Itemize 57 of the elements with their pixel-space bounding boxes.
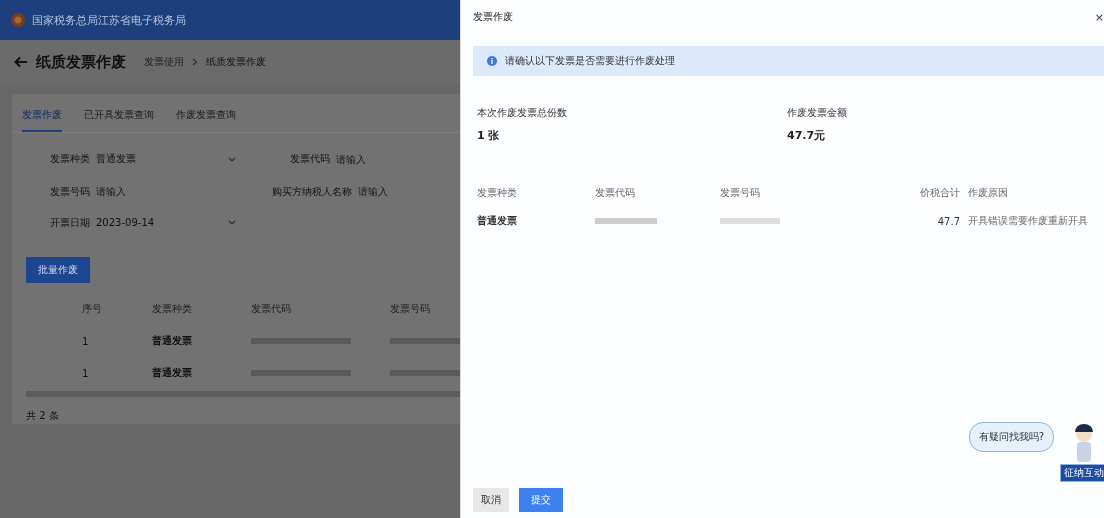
site-title: 国家税务总局江苏省电子税务局 [32, 12, 186, 28]
column-header: 发票种类 [151, 302, 193, 316]
redacted-bar [595, 218, 657, 224]
select-field[interactable]: 普通发票 [96, 149, 236, 169]
field-label: 发票号码 [49, 184, 90, 199]
column-header: 序号 [81, 302, 103, 316]
pagination-total: 共 2 条 [26, 409, 60, 423]
stat-label: 作废发票金额 [787, 106, 848, 120]
input-field[interactable]: 请输入 [336, 150, 416, 168]
stat-label: 本次作废发票总份数 [477, 106, 568, 120]
table-cell-text: 1 [81, 367, 90, 379]
back-arrow-icon[interactable] [14, 56, 28, 68]
cancel-button[interactable]: 取消 [473, 488, 509, 512]
emblem-icon [10, 12, 26, 28]
redacted-bar [390, 370, 460, 376]
breadcrumb-item: 纸质发票作废 [206, 55, 266, 69]
redacted-bar [390, 338, 460, 344]
field-label: 发票种类 [49, 152, 90, 166]
field-label: 开票日期 [49, 215, 90, 230]
input-field[interactable]: 请输入 [96, 183, 176, 200]
tab[interactable]: 作废发票查询 [176, 102, 236, 132]
redacted-bar [720, 218, 780, 224]
batch-button[interactable]: 批量作废 [26, 257, 90, 283]
input-field[interactable]: 请输入 [358, 183, 438, 200]
table-cell-text: 1 [81, 335, 90, 347]
page-title: 纸质发票作废 [36, 52, 126, 72]
notice-text: 请确认以下发票是否需要进行作废处理 [505, 54, 675, 68]
scrollbar[interactable] [26, 391, 460, 397]
breadcrumb-item[interactable]: 发票使用 [144, 55, 184, 69]
column-header: 发票代码 [595, 186, 636, 200]
column-header: 发票号码 [390, 302, 432, 316]
chevron-down-icon [228, 156, 236, 162]
stat-value: 1 张 [477, 128, 501, 143]
close-button[interactable]: × [1090, 10, 1104, 24]
table-cell-text: 普通发票 [151, 366, 193, 380]
drawer-title: 发票作废 [473, 10, 513, 24]
assistant-badge[interactable]: 征纳互动 [1060, 464, 1104, 482]
field-label: 发票代码 [289, 152, 330, 166]
submit-button[interactable]: 提交 [519, 488, 563, 512]
tab[interactable]: 已开具发票查询 [84, 102, 154, 132]
column-header: 作废原因 [968, 186, 1009, 200]
column-header: 发票种类 [476, 186, 518, 200]
chevron-down-icon [228, 220, 236, 225]
table-cell-text: 普通发票 [476, 214, 518, 228]
select-field[interactable]: 2023-09-14 [96, 214, 236, 231]
table-cell-text: 普通发票 [151, 334, 193, 348]
table-cell-text: 开具错误需要作废重新开具 [968, 214, 1089, 228]
column-header: 发票代码 [251, 302, 293, 316]
tab[interactable]: 发票作废 [22, 102, 62, 132]
chevron-right-icon [192, 58, 198, 66]
speech-bubble[interactable]: 有疑问找我吗? [968, 422, 1054, 452]
info-icon [487, 56, 497, 66]
table-cell-text: 47.7 [936, 215, 961, 227]
column-header: 价税合计 [919, 186, 961, 200]
stat-value: 47.7元 [787, 128, 827, 143]
column-header: 发票号码 [720, 186, 761, 200]
field-label: 购买方纳税人名称 [271, 184, 352, 199]
